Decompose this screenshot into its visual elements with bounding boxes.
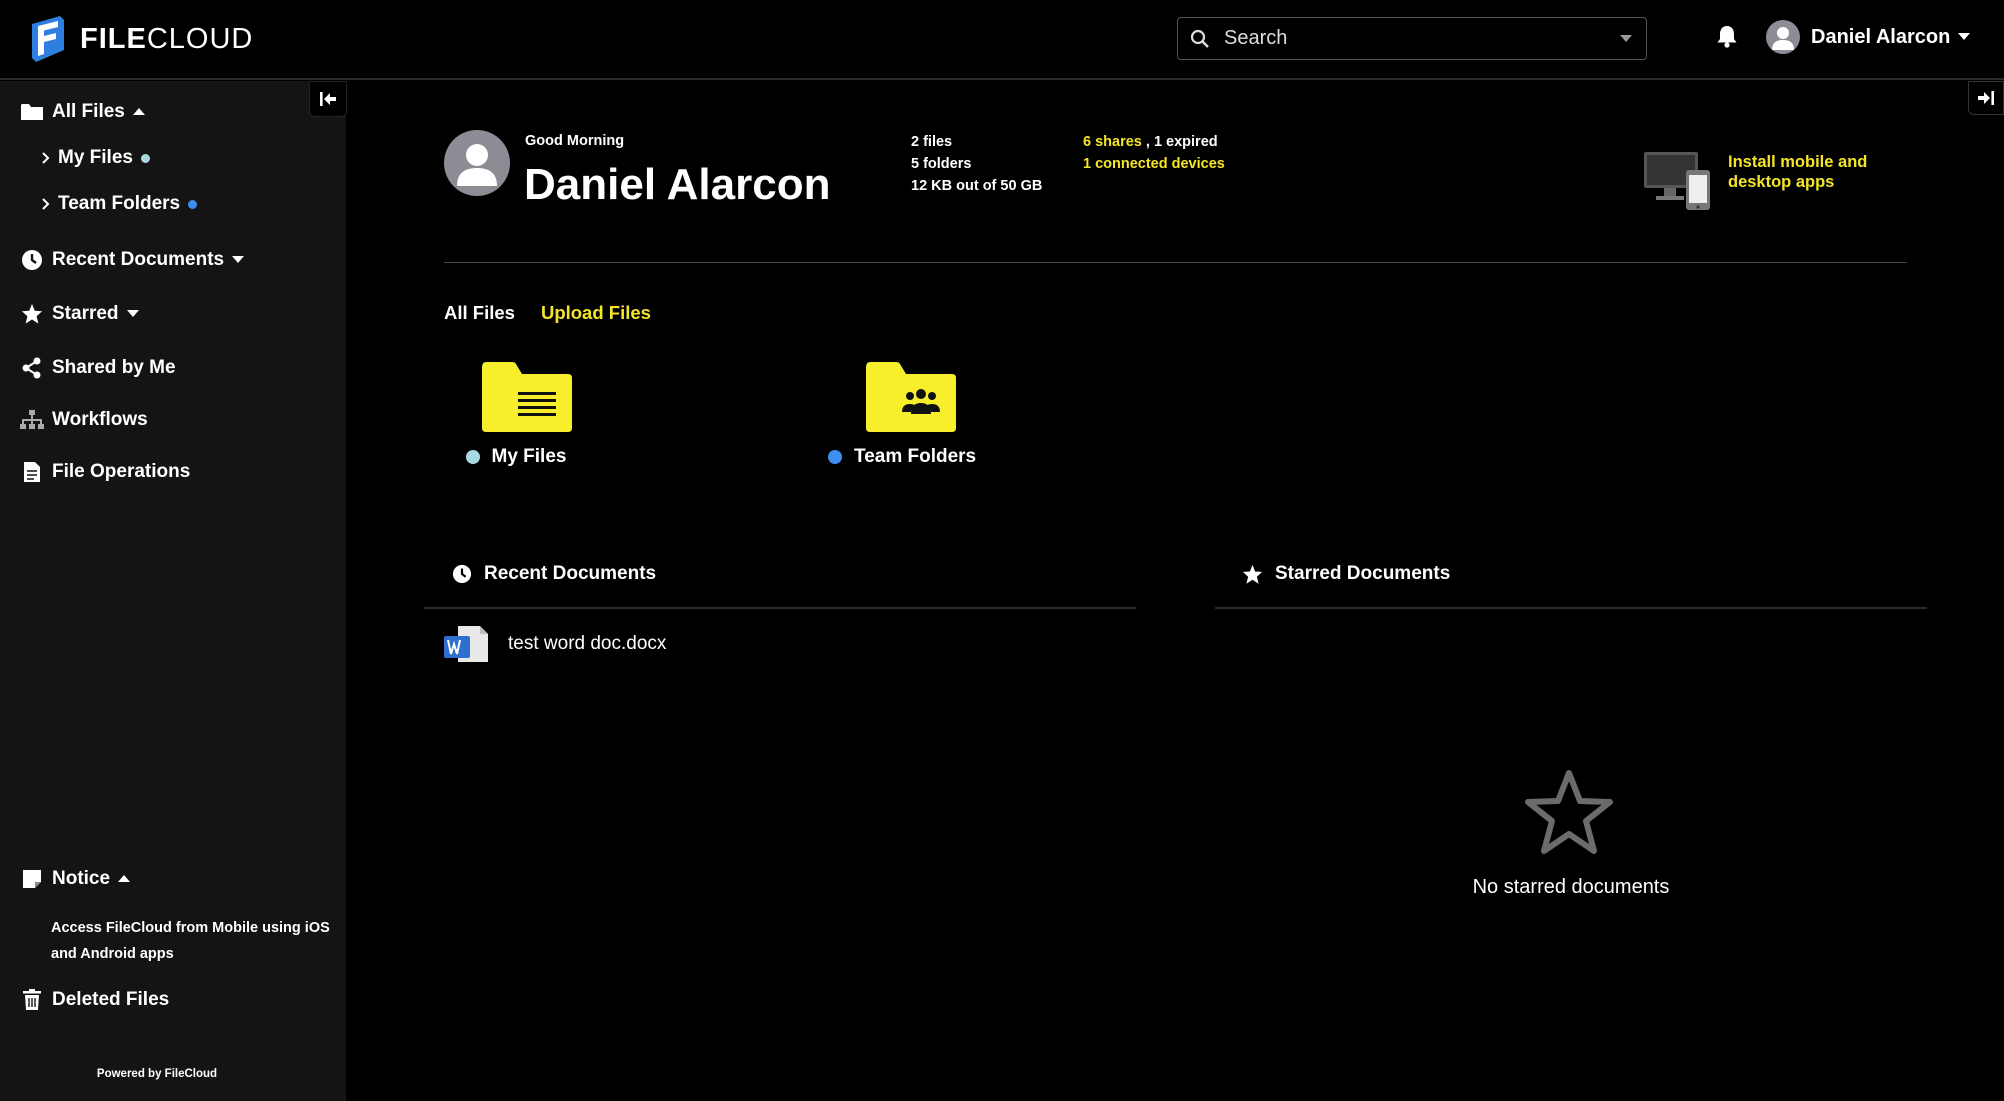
status-dot: [188, 199, 198, 209]
folder-icon: [21, 104, 43, 120]
sidebar-item-label: Notice: [52, 868, 111, 889]
sidebar-item-recent-documents[interactable]: Recent Documents: [20, 249, 245, 271]
folder-tile-team-folders[interactable]: Team Folders: [828, 362, 976, 468]
sidebar-item-label: Recent Documents: [52, 249, 225, 270]
folder-name: My Files: [491, 446, 567, 467]
tab-upload-files[interactable]: Upload Files: [541, 302, 651, 324]
sidebar-item-label: My Files: [58, 147, 133, 168]
status-dot: [140, 153, 150, 163]
expired-count: , 1 expired: [1141, 134, 1218, 150]
search-input[interactable]: [1224, 27, 1620, 50]
user-name: Daniel Alarcon: [1811, 25, 1951, 48]
chevron-right-icon: [42, 152, 50, 164]
install-apps-link[interactable]: Install mobile and desktop apps: [1642, 148, 1888, 214]
folder-name: Team Folders: [854, 446, 977, 467]
folder-label: Team Folders: [828, 446, 976, 468]
top-bar: FILECLOUD Daniel Alarcon: [0, 0, 2004, 80]
tab-all-files[interactable]: All Files: [444, 302, 515, 324]
collapse-left-icon: [320, 92, 336, 106]
user-menu[interactable]: Daniel Alarcon: [1766, 20, 1971, 54]
status-dot: [465, 450, 480, 464]
sidebar-item-label: All Files: [52, 101, 125, 122]
devices-icon: [1644, 152, 1710, 210]
sidebar-item-workflows[interactable]: Workflows: [20, 409, 148, 431]
search-box[interactable]: [1177, 17, 1647, 60]
note-icon: [23, 870, 41, 888]
word-doc-icon: [444, 626, 488, 662]
status-dot: [828, 450, 842, 464]
sidebar-item-notice[interactable]: Notice: [20, 868, 131, 890]
storage-usage: 12 KB out of 50 GB: [911, 178, 1043, 194]
sidebar-item-my-files[interactable]: My Files: [42, 147, 150, 169]
powered-by: Powered by FileCloud: [96, 1068, 218, 1080]
starred-documents-header: Starred Documents: [1242, 563, 1450, 585]
logo-text: FILECLOUD: [80, 22, 254, 55]
filecloud-logo[interactable]: FILECLOUD: [30, 16, 253, 62]
chevron-down-icon: [126, 310, 139, 317]
sidebar-item-all-files[interactable]: All Files: [20, 101, 145, 123]
recent-documents-header: Recent Documents: [452, 563, 656, 585]
search-icon: [1190, 29, 1209, 48]
share-icon: [22, 357, 41, 379]
workflow-icon: [20, 410, 44, 429]
greeting: Good Morning: [525, 133, 625, 149]
star-icon: [1242, 564, 1263, 584]
file-tabs: All Files Upload Files: [444, 302, 651, 324]
sidebar: All Files My Files Team Folders Recent D…: [0, 81, 347, 1101]
user-icon: [1772, 27, 1794, 50]
folder-icon: [482, 362, 572, 432]
team-folder-icon: [866, 362, 957, 432]
chevron-down-icon: [1958, 33, 1971, 40]
sidebar-item-starred[interactable]: Starred: [20, 303, 139, 325]
sidebar-collapse-button[interactable]: [309, 81, 347, 117]
divider: [424, 607, 1136, 609]
sidebar-item-label: Workflows: [52, 409, 148, 430]
sidebar-item-team-folders[interactable]: Team Folders: [42, 193, 198, 215]
sidebar-item-label: Shared by Me: [52, 357, 176, 378]
sidebar-item-label: Starred: [52, 303, 119, 324]
search-dropdown-icon[interactable]: [1620, 34, 1632, 43]
divider: [444, 262, 1907, 263]
chevron-up-icon: [132, 108, 145, 115]
shares-link[interactable]: 6 shares: [1083, 134, 1142, 150]
sidebar-item-label: Team Folders: [58, 193, 181, 214]
document-icon: [24, 462, 40, 482]
clock-icon: [22, 250, 42, 270]
folder-tile-my-files[interactable]: My Files: [460, 362, 572, 468]
sidebar-item-deleted-files[interactable]: Deleted Files: [20, 989, 169, 1011]
chevron-right-icon: [42, 198, 50, 210]
bell-icon[interactable]: [1716, 24, 1738, 48]
clock-icon: [452, 564, 472, 584]
empty-state-text: No starred documents: [1472, 876, 1670, 898]
storage-stats: 2 files 5 folders 12 KB out of 50 GB: [911, 131, 1042, 197]
empty-star-icon: [1525, 770, 1613, 854]
file-count: 2 files: [911, 134, 953, 150]
list-item[interactable]: test word doc.docx: [444, 624, 666, 664]
folder-label: My Files: [465, 446, 567, 468]
devices-link[interactable]: 1 connected devices: [1083, 153, 1225, 175]
sidebar-item-label: File Operations: [52, 461, 191, 482]
folder-count: 5 folders: [911, 156, 972, 172]
chevron-down-icon: [232, 256, 245, 263]
avatar: [1766, 20, 1800, 54]
profile-avatar: [444, 130, 510, 196]
sidebar-item-shared-by-me[interactable]: Shared by Me: [20, 357, 176, 379]
collapse-right-icon: [1978, 91, 1994, 105]
star-icon: [21, 303, 43, 324]
user-icon: [457, 144, 497, 186]
notice-text: Access FileCloud from Mobile using iOS a…: [51, 920, 330, 962]
section-title: Recent Documents: [484, 563, 657, 584]
chevron-up-icon: [118, 875, 131, 882]
sidebar-item-file-operations[interactable]: File Operations: [20, 461, 190, 483]
share-stats: 6 shares , 1 expired 1 connected devices: [1083, 131, 1225, 175]
sidebar-item-label: Deleted Files: [52, 989, 170, 1010]
document-name: test word doc.docx: [508, 633, 667, 654]
trash-icon: [23, 989, 41, 1010]
divider: [1215, 607, 1927, 609]
section-title: Starred Documents: [1275, 563, 1451, 584]
filecloud-logo-icon: [32, 16, 64, 62]
install-apps-text: Install mobile and desktop apps: [1728, 153, 1868, 191]
right-panel-collapse-button[interactable]: [1968, 81, 2004, 115]
profile-name: Daniel Alarcon: [524, 160, 831, 209]
